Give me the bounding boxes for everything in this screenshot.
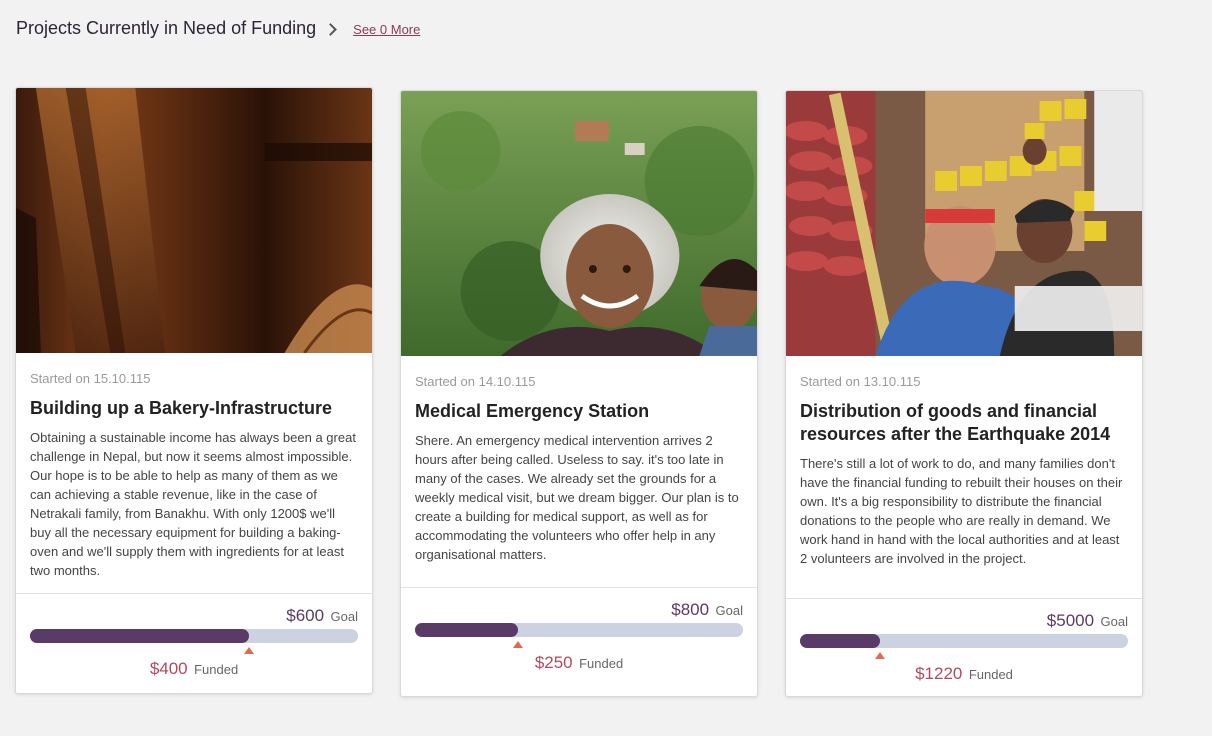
project-card[interactable]: Started on 13.10.115 Distribution of goo… [785, 90, 1143, 697]
progress-bar [415, 623, 743, 648]
section-header: Projects Currently in Need of Funding Se… [16, 18, 420, 39]
see-more-link[interactable]: See 0 More [353, 22, 420, 37]
funded-label: Funded [968, 667, 1013, 682]
card-body: Started on 14.10.115 Medical Emergency S… [401, 356, 757, 578]
goal-row: $800 Goal [415, 600, 743, 622]
progress-fill [800, 634, 881, 648]
progress-bar [30, 629, 358, 654]
project-description: Shere. An emergency medical intervention… [415, 433, 739, 562]
progress-marker-icon [512, 641, 523, 648]
funded-row: $250 Funded [415, 653, 743, 673]
funded-row: $400 Funded [30, 659, 358, 679]
project-image [401, 91, 757, 356]
progress-marker-icon [243, 647, 254, 654]
chevron-right-icon[interactable] [324, 22, 338, 36]
funded-amount: $250 [534, 653, 573, 672]
card-body: Started on 13.10.115 Distribution of goo… [786, 356, 1142, 582]
project-title[interactable]: Building up a Bakery-Infrastructure [30, 397, 358, 420]
progress-marker-icon [875, 652, 886, 659]
funded-amount: $400 [149, 659, 188, 678]
project-title[interactable]: Medical Emergency Station [415, 400, 743, 423]
goal-row: $5000 Goal [800, 611, 1128, 633]
funded-label: Funded [579, 656, 624, 671]
project-image [16, 88, 372, 353]
start-date: Started on 15.10.115 [30, 371, 151, 386]
funding-footer: $600 Goal $400 Funded [16, 593, 372, 693]
goal-label: Goal [1100, 614, 1128, 629]
progress-fill [415, 623, 518, 637]
start-date: Started on 14.10.115 [415, 374, 536, 389]
project-card[interactable]: Started on 14.10.115 Medical Emergency S… [400, 90, 758, 697]
goal-row: $600 Goal [30, 606, 358, 628]
project-description: Obtaining a sustainable income has alway… [30, 430, 356, 578]
progress-bar [800, 634, 1128, 659]
goal-amount: $5000 [1046, 611, 1095, 630]
project-title[interactable]: Distribution of goods and financial reso… [800, 400, 1128, 446]
funded-amount: $1220 [915, 664, 963, 683]
goal-label: Goal [715, 603, 743, 618]
project-description: There's still a lot of work to do, and m… [800, 456, 1123, 566]
card-body: Started on 15.10.115 Building up a Baker… [16, 353, 372, 594]
funding-footer: $800 Goal $250 Funded [401, 587, 757, 696]
goal-label: Goal [330, 609, 358, 624]
start-date: Started on 13.10.115 [800, 374, 921, 389]
project-card[interactable]: Started on 15.10.115 Building up a Baker… [15, 87, 373, 694]
progress-fill [30, 629, 249, 643]
goal-amount: $800 [671, 600, 710, 619]
project-image [786, 91, 1142, 356]
section-title: Projects Currently in Need of Funding [16, 18, 317, 38]
funding-footer: $5000 Goal $1220 Funded [786, 598, 1142, 696]
funded-label: Funded [194, 662, 239, 677]
goal-amount: $600 [286, 606, 325, 625]
funded-row: $1220 Funded [800, 664, 1128, 684]
